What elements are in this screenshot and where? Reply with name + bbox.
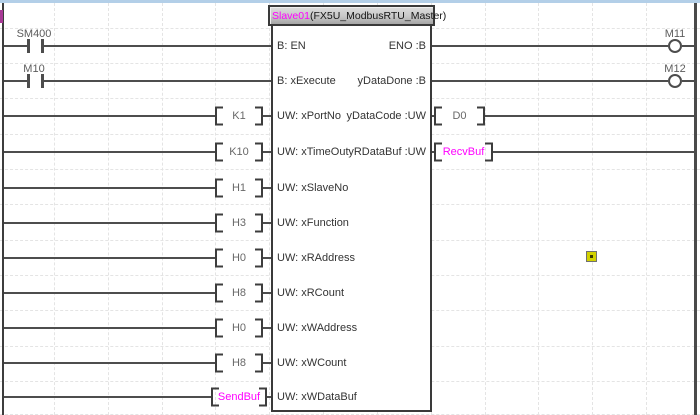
operand-value: K1	[219, 110, 259, 122]
window-top-edge	[0, 0, 700, 3]
input-operand[interactable]: H0	[215, 249, 263, 267]
rung-wire	[4, 396, 213, 398]
input-operand[interactable]: K1	[215, 107, 263, 125]
input-operand[interactable]: H3	[215, 214, 263, 232]
function-block-header[interactable]: Slave01 (FX5U_ModbusRTU_Master)	[268, 5, 435, 26]
operand-value: D0	[438, 110, 481, 122]
fb-input-pin-label: UW: xRAddress	[277, 252, 355, 264]
fb-output-pin-label: yDataDone :B	[300, 75, 426, 87]
rung-wire	[4, 222, 217, 224]
rung-wire	[483, 115, 694, 117]
operand-value: H8	[219, 357, 259, 369]
fb-output-pin-label: yRDataBuf :UW	[300, 146, 426, 158]
operand-value: SendBuf	[215, 391, 263, 403]
cursor-marker[interactable]	[586, 251, 597, 262]
input-operand[interactable]: H1	[215, 179, 263, 197]
operand-value: H0	[219, 322, 259, 334]
gridline	[592, 3, 593, 415]
operand-value: RecvBuf	[438, 146, 489, 158]
rung-wire	[44, 80, 271, 82]
operand-value: H8	[219, 287, 259, 299]
coil-symbol[interactable]	[668, 74, 682, 88]
rung-wire	[4, 257, 217, 259]
edit-marker	[0, 10, 3, 23]
contact-symbol[interactable]	[27, 74, 30, 88]
fb-output-pin-label: ENO :B	[300, 40, 426, 52]
fb-input-pin-label: UW: xWCount	[277, 357, 346, 369]
operand-value: H0	[219, 252, 259, 264]
input-operand[interactable]: SendBuf	[211, 388, 267, 406]
contact-symbol[interactable]	[27, 39, 30, 53]
contact-operand-label: SM400	[0, 28, 74, 40]
operand-value: H3	[219, 217, 259, 229]
operand-value: K10	[219, 146, 259, 158]
rung-wire	[432, 80, 668, 82]
rung-wire	[4, 80, 27, 82]
rung-wire	[4, 362, 217, 364]
contact-symbol[interactable]	[41, 74, 44, 88]
input-operand[interactable]: H8	[215, 354, 263, 372]
rung-wire	[4, 45, 27, 47]
rung-wire	[491, 151, 694, 153]
contact-operand-label: M10	[0, 63, 74, 75]
output-operand[interactable]: D0	[434, 107, 485, 125]
cursor-dot	[590, 255, 593, 258]
gridline	[269, 3, 270, 415]
input-operand[interactable]: H8	[215, 284, 263, 302]
output-operand[interactable]: RecvBuf	[434, 143, 493, 161]
coil-operand-label: M11	[635, 28, 700, 40]
fb-instance-name: Slave01	[272, 10, 310, 22]
coil-symbol[interactable]	[668, 39, 682, 53]
fb-input-pin-label: UW: xSlaveNo	[277, 182, 348, 194]
rung-wire	[4, 187, 217, 189]
rung-wire	[44, 45, 271, 47]
fb-input-pin-label: UW: xWDataBuf	[277, 391, 357, 403]
gridline	[538, 3, 539, 415]
gridline	[162, 3, 163, 415]
fb-input-pin-label: UW: xRCount	[277, 287, 344, 299]
fb-input-pin-label: UW: xFunction	[277, 217, 349, 229]
fb-input-pin-label: UW: xWAddress	[277, 322, 357, 334]
rung-wire	[4, 292, 217, 294]
contact-symbol[interactable]	[41, 39, 44, 53]
rung-wire	[4, 115, 217, 117]
rung-wire	[432, 45, 668, 47]
fb-type-name: (FX5U_ModbusRTU_Master)	[310, 10, 446, 22]
ladder-editor: Slave01 (FX5U_ModbusRTU_Master) B: ENSM4…	[0, 0, 700, 415]
coil-operand-label: M12	[635, 63, 700, 75]
rung-wire	[682, 80, 694, 82]
rung-wire	[4, 327, 217, 329]
gridline	[108, 3, 109, 415]
input-operand[interactable]: K10	[215, 143, 263, 161]
rung-wire	[4, 151, 217, 153]
input-operand[interactable]: H0	[215, 319, 263, 337]
operand-value: H1	[219, 182, 259, 194]
gridline	[485, 3, 486, 415]
fb-output-pin-label: yDataCode :UW	[300, 110, 426, 122]
rung-wire	[682, 45, 694, 47]
